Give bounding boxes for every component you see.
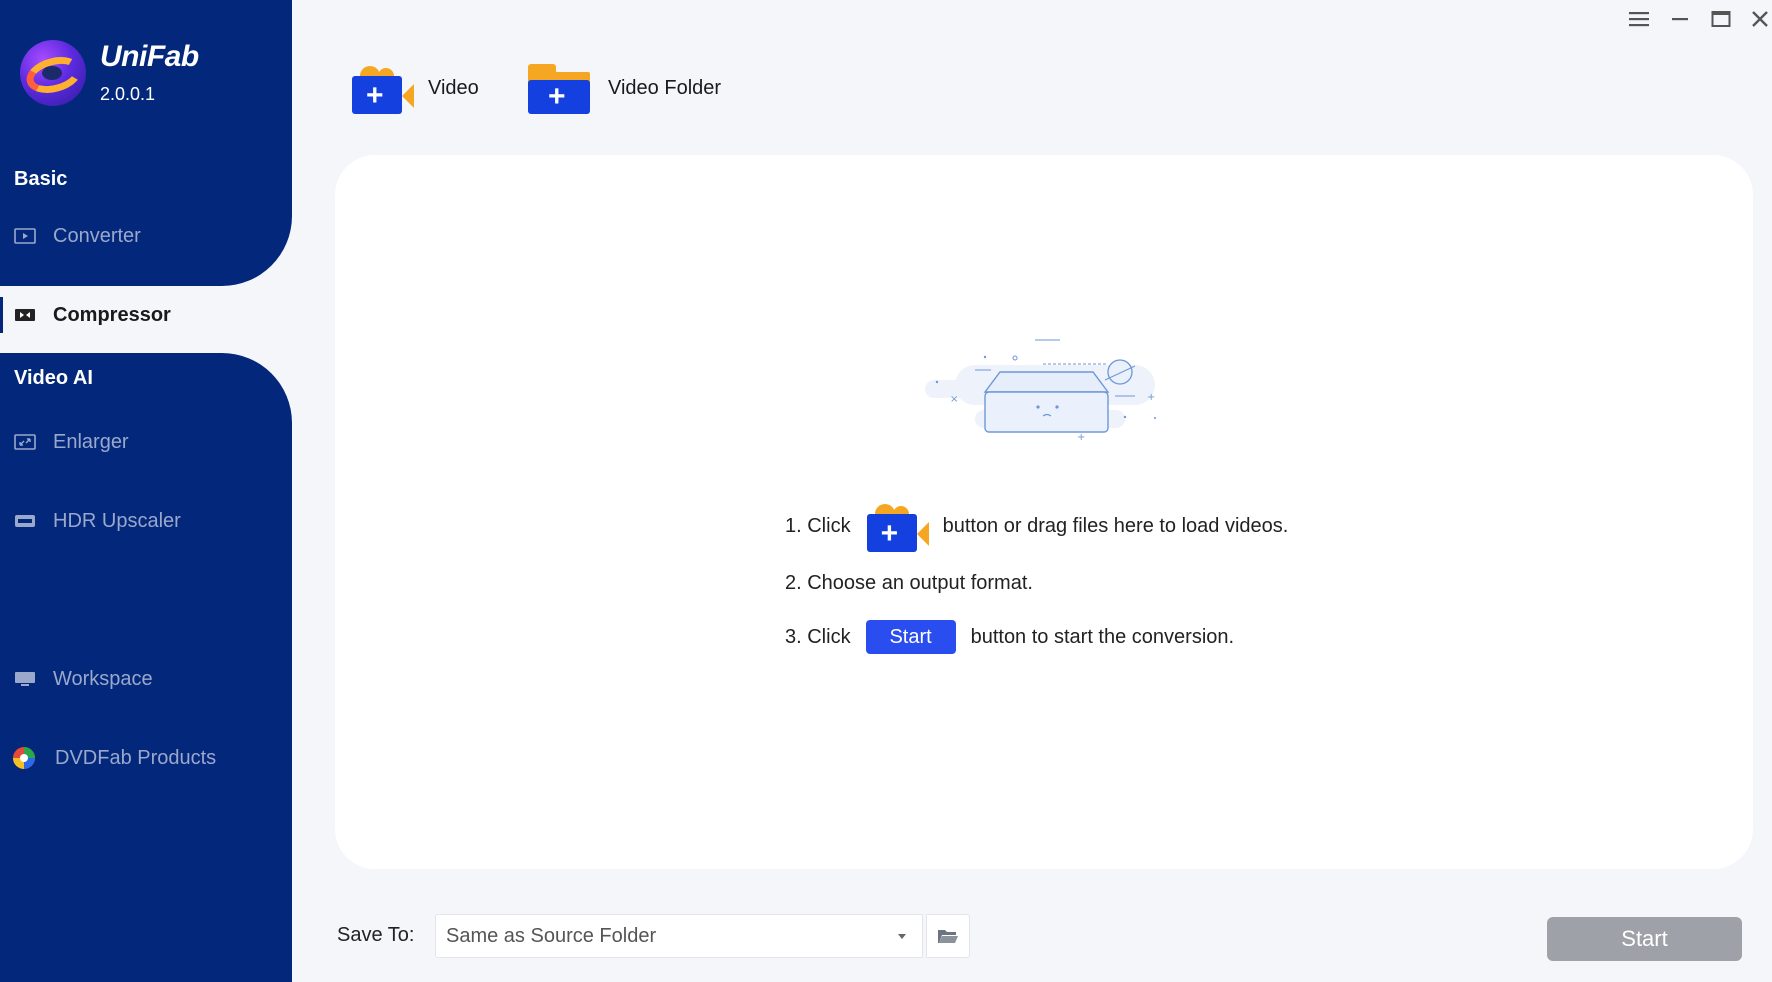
app-name: UniFab <box>100 40 199 73</box>
sidebar-item-label: HDR Upscaler <box>53 509 181 532</box>
monitor-icon <box>15 672 35 686</box>
sidebar-item-compressor[interactable]: Compressor <box>0 287 292 343</box>
svg-text:+: + <box>1147 392 1155 403</box>
sidebar-item-label: Workspace <box>53 667 153 690</box>
sidebar-item-enlarger[interactable]: Enlarger <box>0 414 292 470</box>
save-to-value: Same as Source Folder <box>446 924 657 947</box>
instruction-step-3: 3. Click Start button to start the conve… <box>785 620 1234 654</box>
menu-button[interactable] <box>1625 8 1653 30</box>
sidebar-item-dvdfab-products[interactable]: DVDFab Products <box>0 730 292 786</box>
save-to-label: Save To: <box>337 924 415 946</box>
sidebar-item-label: DVDFab Products <box>55 746 217 769</box>
instruction-step-1: 1. Click + button or drag files here to … <box>785 498 1288 554</box>
step1-suffix: button or drag files here to load videos… <box>942 514 1289 537</box>
sidebar-item-label: Converter <box>53 224 141 247</box>
add-video-button[interactable]: + Video <box>350 58 479 118</box>
browse-folder-button[interactable] <box>926 914 970 958</box>
step3-suffix: button to start the conversion. <box>970 625 1235 648</box>
close-icon <box>1752 11 1768 27</box>
sidebar-item-label: Compressor <box>53 303 171 326</box>
dvdfab-logo-icon <box>13 747 35 769</box>
maximize-button[interactable] <box>1707 8 1735 30</box>
sidebar: UniFab 2.0.0.1 Basic Converter Compresso… <box>0 0 292 982</box>
close-button[interactable] <box>1746 8 1772 30</box>
maximize-icon <box>1711 11 1731 27</box>
sidebar-item-workspace[interactable]: Workspace <box>0 651 292 707</box>
section-video-ai: Video AI <box>14 367 93 389</box>
add-folder-label: Video Folder <box>608 76 722 99</box>
step2-text: 2. Choose an output format. <box>785 572 1033 594</box>
sidebar-item-hdr-upscaler[interactable]: HDR Upscaler <box>0 493 292 549</box>
save-to-dropdown[interactable]: Same as Source Folder <box>435 914 923 958</box>
hdr-icon <box>15 515 35 527</box>
add-video-label: Video <box>428 76 479 99</box>
menu-icon <box>1629 12 1649 27</box>
minimize-icon <box>1672 18 1688 21</box>
play-box-icon <box>14 228 36 244</box>
svg-text:+: + <box>1077 432 1085 440</box>
add-video-icon: + <box>350 60 414 116</box>
svg-text:×: × <box>950 394 958 405</box>
open-folder-icon <box>938 930 958 943</box>
enlarge-icon <box>14 434 36 450</box>
start-inline-button[interactable]: Start <box>865 620 956 654</box>
unifab-logo-icon <box>20 40 86 106</box>
minimize-button[interactable] <box>1666 8 1694 30</box>
step1-prefix: 1. Click <box>785 514 851 537</box>
empty-box-illustration: × + + <box>925 339 1156 440</box>
add-video-inline-icon: + <box>865 498 929 554</box>
step3-prefix: 3. Click <box>785 625 851 648</box>
sidebar-item-converter[interactable]: Converter <box>0 208 292 264</box>
section-basic: Basic <box>14 168 68 190</box>
chevron-down-icon <box>898 934 906 939</box>
compress-icon <box>15 309 35 321</box>
instruction-step-2: 2. Choose an output format. <box>785 572 1033 595</box>
add-folder-icon: + <box>526 60 592 116</box>
sidebar-item-label: Enlarger <box>53 430 129 453</box>
add-folder-button[interactable]: + Video Folder <box>526 58 721 118</box>
start-button[interactable]: Start <box>1547 917 1742 961</box>
app-version: 2.0.0.1 <box>100 84 156 104</box>
